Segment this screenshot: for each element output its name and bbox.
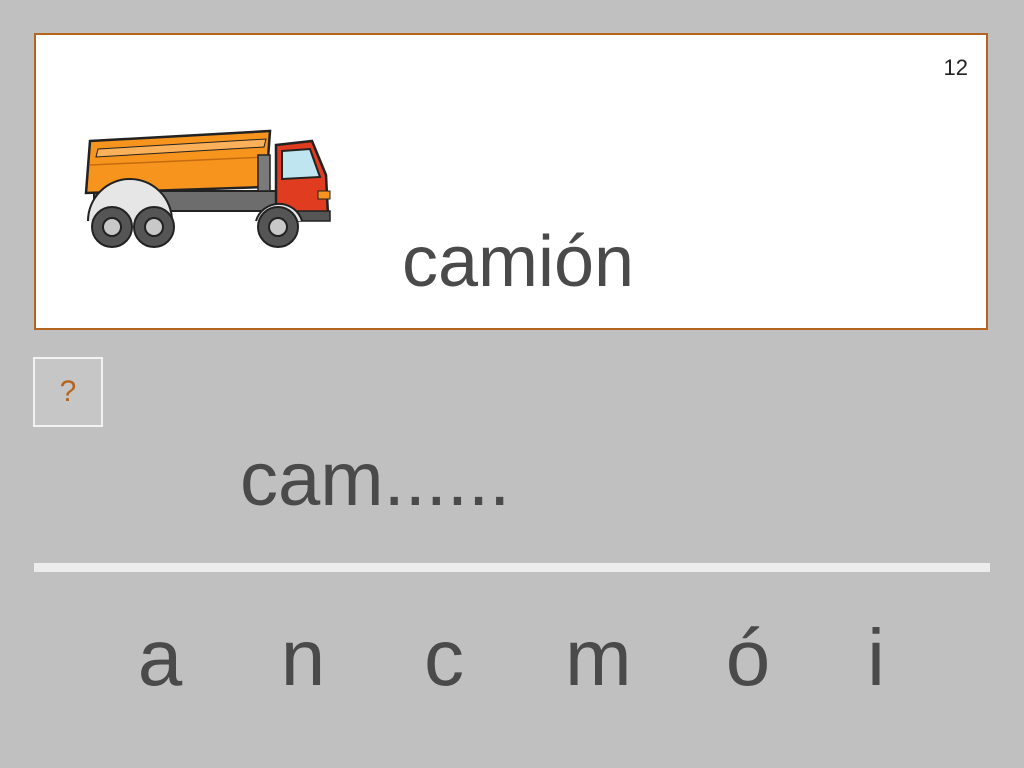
letter-tile[interactable]: i [846, 612, 906, 704]
letter-tile[interactable]: m [565, 612, 632, 704]
letter-tile[interactable]: a [130, 612, 190, 704]
divider [34, 563, 990, 572]
hint-button[interactable]: ? [33, 357, 103, 427]
letter-choices: a n c m ó i [0, 612, 1024, 712]
letter-tile[interactable]: n [273, 612, 333, 704]
letter-tile[interactable]: c [414, 612, 474, 704]
partial-word: cam...... [240, 437, 511, 522]
target-word: camión [401, 222, 635, 302]
word-card: 12 camión [34, 33, 988, 330]
page-number: 12 [943, 55, 968, 80]
letter-tile[interactable]: ó [718, 612, 778, 704]
